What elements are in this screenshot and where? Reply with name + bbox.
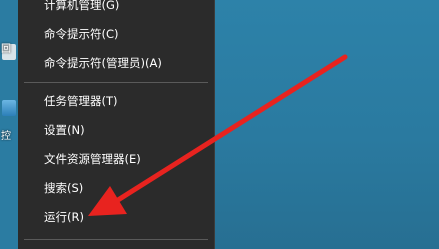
menu-item-command-prompt[interactable]: 命令提示符(C) [18, 22, 214, 46]
control-panel-label: 控 [1, 131, 11, 142]
control-panel-icon[interactable] [2, 100, 16, 116]
menu-item-task-manager[interactable]: 任务管理器(T) [18, 89, 214, 113]
menu-item-command-prompt-admin[interactable]: 命令提示符(管理员)(A) [18, 51, 214, 75]
menu-item-search[interactable]: 搜索(S) [18, 176, 214, 200]
desktop-icon-strip: 回 控 [0, 0, 18, 249]
winx-context-menu: 计算机管理(G) 命令提示符(C) 命令提示符(管理员)(A) 任务管理器(T)… [18, 0, 215, 249]
recycle-bin-label: 回 [1, 44, 11, 55]
menu-item-file-explorer[interactable]: 文件资源管理器(E) [18, 147, 214, 171]
menu-item-settings[interactable]: 设置(N) [18, 118, 214, 142]
menu-separator [24, 82, 208, 83]
menu-separator [24, 239, 208, 240]
menu-item-run[interactable]: 运行(R) [18, 205, 214, 229]
menu-item-computer-management[interactable]: 计算机管理(G) [18, 0, 214, 17]
